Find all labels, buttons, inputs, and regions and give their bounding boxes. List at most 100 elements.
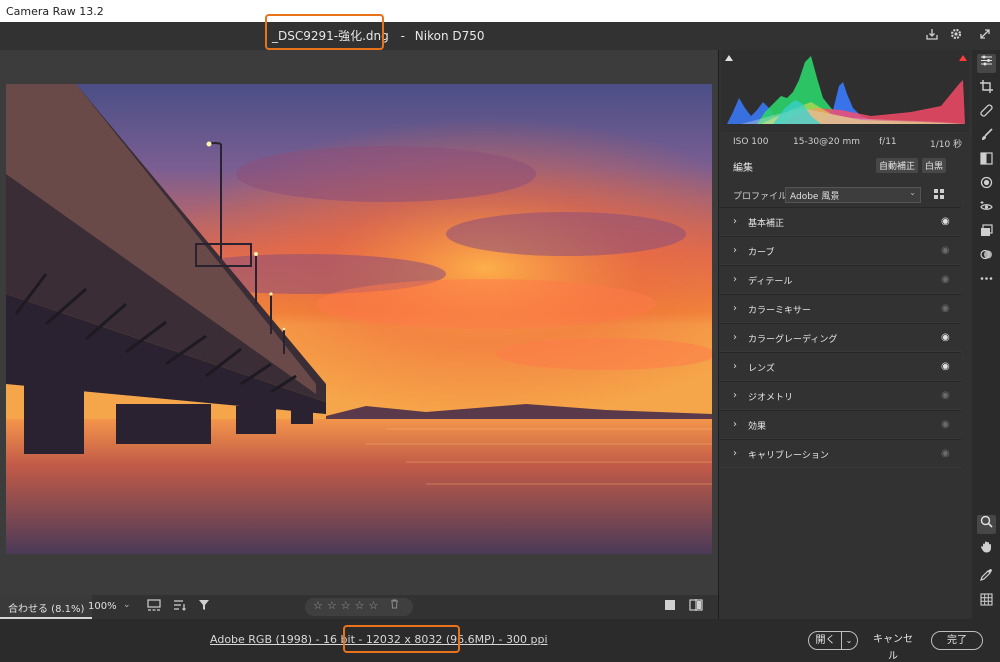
settings-gear-icon[interactable] xyxy=(947,27,965,45)
filter-icon[interactable] xyxy=(196,599,212,615)
section-basic[interactable]: › 基本補正 ◉ xyxy=(719,207,961,236)
eye-icon[interactable]: ◉ xyxy=(941,216,950,227)
hand-icon[interactable] xyxy=(977,540,996,559)
eye-icon[interactable]: ◉ xyxy=(941,390,950,401)
section-label: カーブ xyxy=(748,248,775,258)
photo-preview[interactable] xyxy=(6,84,712,554)
before-after-icon[interactable] xyxy=(688,599,704,615)
iso-value: ISO 100 xyxy=(733,137,769,147)
workflow-resolution[interactable]: - 300 ppi xyxy=(495,633,548,646)
zoom-icon[interactable] xyxy=(977,515,996,534)
brush-icon[interactable] xyxy=(977,128,996,147)
linear-gradient-icon[interactable] xyxy=(977,152,996,171)
section-label: レンズ xyxy=(748,364,775,374)
window-title: Camera Raw 13.2 xyxy=(6,5,104,18)
eye-icon[interactable]: ◉ xyxy=(941,274,950,285)
edit-panel: ISO 100 15-30@20 mm f/11 1/10 秒 編集 自動補正 … xyxy=(718,50,972,619)
rating-star[interactable]: ☆ xyxy=(341,599,355,612)
chevron-right-icon: › xyxy=(733,332,737,343)
open-button[interactable]: 開く ⌄ xyxy=(808,631,858,650)
done-button[interactable]: 完了 xyxy=(931,631,983,650)
star-rating[interactable]: ☆☆☆☆☆ xyxy=(305,598,413,616)
chevron-right-icon: › xyxy=(733,274,737,285)
eye-icon[interactable]: ◉ xyxy=(941,245,950,256)
profile-select[interactable]: Adobe 風景 ⌄ xyxy=(785,187,921,203)
save-icon[interactable] xyxy=(923,27,941,45)
section-color-mixer[interactable]: › カラーミキサー ◉ xyxy=(719,294,961,323)
crop-icon[interactable] xyxy=(977,80,996,99)
healing-icon[interactable] xyxy=(977,104,996,123)
camera-raw-window: Camera Raw 13.2 _DSC9291-強化.dng - Nikon … xyxy=(0,0,1000,662)
aperture-value: f/11 xyxy=(879,137,897,147)
black-white-button[interactable]: 白黒 xyxy=(922,158,947,173)
section-label: 基本補正 xyxy=(748,219,785,229)
open-dropdown-icon[interactable]: ⌄ xyxy=(842,632,856,649)
eye-icon[interactable]: ◉ xyxy=(941,361,950,372)
dimensions-highlight-box xyxy=(343,625,460,653)
chevron-right-icon: › xyxy=(733,361,737,372)
eye-icon[interactable]: ◉ xyxy=(941,332,950,343)
section-label: カラーミキサー xyxy=(748,306,812,316)
background-fill-icon[interactable] xyxy=(662,599,678,615)
section-effects[interactable]: › 効果 ◉ xyxy=(719,410,961,439)
section-color-grading[interactable]: › カラーグレーディング ◉ xyxy=(719,323,961,352)
profile-browser-icon[interactable] xyxy=(933,188,947,202)
section-geometry[interactable]: › ジオメトリ ◉ xyxy=(719,381,961,410)
chevron-right-icon: › xyxy=(733,303,737,314)
edit-sliders-icon[interactable] xyxy=(977,54,996,73)
filmstrip-icon[interactable] xyxy=(146,599,162,615)
section-calibration[interactable]: › キャリブレーション ◉ xyxy=(719,439,961,468)
image-canvas[interactable] xyxy=(0,50,718,595)
profile-value: Adobe 風景 xyxy=(790,192,840,202)
edit-title: 編集 xyxy=(733,163,753,174)
grid-overlay-icon[interactable] xyxy=(977,593,996,612)
trash-icon[interactable] xyxy=(390,599,399,612)
fullscreen-icon[interactable] xyxy=(976,27,994,45)
eye-icon[interactable]: ◉ xyxy=(941,448,950,459)
red-eye-icon[interactable] xyxy=(977,200,996,219)
edit-header: 編集 自動補正 白黒 xyxy=(719,154,973,176)
profile-label: プロファイル xyxy=(733,192,788,202)
chevron-right-icon: › xyxy=(733,216,737,227)
cancel-button[interactable]: キャンセル xyxy=(870,631,916,662)
radial-filter-icon[interactable] xyxy=(977,176,996,195)
shutter-value: 1/10 秒 xyxy=(930,140,963,150)
footer-bar: Adobe RGB (1998) - 16 bit - 12032 x 8032… xyxy=(0,619,1000,662)
fit-zoom-button[interactable]: 合わせる (8.1%) xyxy=(0,595,93,619)
more-icon[interactable] xyxy=(977,272,996,291)
zoom-100-button[interactable]: 100% xyxy=(88,601,117,612)
color-sampler-icon[interactable] xyxy=(977,568,996,587)
camera-model: Nikon D750 xyxy=(414,29,485,43)
rating-star[interactable]: ☆ xyxy=(369,599,383,612)
section-label: ジオメトリ xyxy=(748,393,794,403)
section-label: カラーグレーディング xyxy=(748,335,838,345)
rating-star[interactable]: ☆ xyxy=(355,599,369,612)
shadow-clip-icon[interactable] xyxy=(725,52,733,61)
section-label: ディテール xyxy=(748,277,793,287)
adjustment-sections: › 基本補正 ◉ › カーブ ◉ › ディテール ◉ › カラーミキサー ◉ › xyxy=(719,207,961,468)
presets-icon[interactable] xyxy=(977,248,996,267)
histogram[interactable] xyxy=(721,50,969,132)
sort-icon[interactable] xyxy=(172,599,188,615)
image-toolbar: 合わせる (8.1%) 100% ⌄ ☆☆☆☆☆ xyxy=(0,595,718,619)
filename-highlight-box xyxy=(265,14,384,50)
chevron-right-icon: › xyxy=(733,448,737,459)
zoom-dropdown-icon[interactable]: ⌄ xyxy=(123,600,131,610)
section-curve[interactable]: › カーブ ◉ xyxy=(719,236,961,265)
profile-row: プロファイル Adobe 風景 ⌄ xyxy=(719,184,973,206)
rating-star[interactable]: ☆ xyxy=(313,599,327,612)
tool-strip xyxy=(973,50,1000,619)
window-titlebar: Camera Raw 13.2 xyxy=(0,0,1000,22)
section-detail[interactable]: › ディテール ◉ xyxy=(719,265,961,294)
lens-value: 15-30@20 mm xyxy=(793,137,860,147)
section-lens[interactable]: › レンズ ◉ xyxy=(719,352,961,381)
highlight-clip-icon[interactable] xyxy=(959,52,967,61)
header-bar: _DSC9291-強化.dng - Nikon D750 xyxy=(0,14,1000,50)
rating-star[interactable]: ☆ xyxy=(327,599,341,612)
auto-button[interactable]: 自動補正 xyxy=(876,158,919,173)
eye-icon[interactable]: ◉ xyxy=(941,419,950,430)
open-label: 開く xyxy=(810,632,842,649)
exif-info-row: ISO 100 15-30@20 mm f/11 1/10 秒 xyxy=(719,134,973,152)
snapshots-icon[interactable] xyxy=(977,224,996,243)
eye-icon[interactable]: ◉ xyxy=(941,303,950,314)
